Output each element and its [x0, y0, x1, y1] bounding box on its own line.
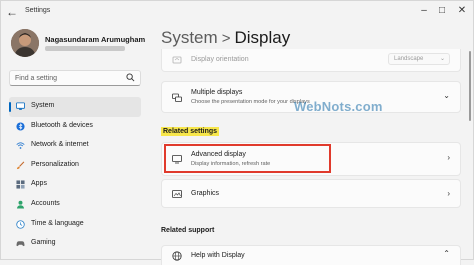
sidebar-item-label: Accounts	[31, 199, 60, 207]
app-title: Settings	[25, 7, 51, 14]
sidebar-item-label: Apps	[31, 180, 47, 188]
brush-icon	[16, 161, 25, 169]
bluetooth-icon	[16, 122, 25, 131]
system-icon	[16, 102, 25, 110]
sidebar-nav: System Bluetooth & devices Network & int…	[9, 97, 141, 254]
chevron-right-icon: ›	[447, 153, 450, 162]
sidebar-item-label: Gaming	[31, 239, 56, 247]
search-input[interactable]: Find a setting	[9, 70, 141, 86]
sidebar-item-gaming[interactable]: Gaming	[9, 234, 141, 254]
help-display-title: Help with Display	[191, 252, 245, 259]
sidebar-item-system[interactable]: System	[9, 97, 141, 117]
orientation-icon	[172, 56, 182, 64]
chevron-right-icon: ›	[447, 189, 450, 198]
user-name: Nagasundaram Arumugham	[45, 35, 146, 44]
chevron-up-icon: ⌃	[443, 249, 450, 258]
orientation-title: Display orientation	[191, 56, 249, 63]
breadcrumb: System > Display	[161, 28, 290, 48]
search-placeholder: Find a setting	[15, 75, 58, 82]
wifi-icon	[16, 142, 25, 150]
sidebar-item-bluetooth[interactable]: Bluetooth & devices	[9, 117, 141, 137]
page-title: Display	[234, 28, 291, 47]
apps-icon	[16, 180, 25, 189]
watermark: WebNots.com	[294, 99, 383, 114]
chevron-down-icon: ⌄	[443, 91, 450, 100]
sidebar-item-label: System	[31, 102, 55, 109]
help-display-card[interactable]: Help with Display ⌃	[161, 245, 461, 265]
sidebar-item-label: Bluetooth & devices	[31, 121, 93, 129]
sidebar-item-personalization[interactable]: Personalization	[9, 156, 141, 176]
back-arrow-icon[interactable]: ←	[5, 5, 19, 19]
gamepad-icon	[16, 241, 25, 247]
related-support-label: Related support	[161, 227, 215, 234]
breadcrumb-parent[interactable]: System	[161, 28, 218, 47]
maximize-icon[interactable]: □	[433, 4, 451, 18]
user-email-redacted	[45, 46, 125, 51]
avatar[interactable]	[11, 29, 39, 57]
breadcrumb-separator: >	[221, 30, 231, 47]
annotation-highlight-box	[164, 144, 331, 173]
sidebar-item-label: Time & language	[31, 219, 84, 227]
sidebar-item-apps[interactable]: Apps	[9, 175, 141, 195]
orientation-dropdown[interactable]: Landscape ⌄	[388, 53, 450, 65]
related-settings-heading: Related settings	[161, 127, 220, 136]
related-settings-label: Related settings	[161, 127, 220, 136]
title-bar: ← Settings – □ ✕	[1, 1, 474, 23]
search-icon	[126, 73, 135, 82]
multiple-displays-title: Multiple displays	[191, 89, 243, 96]
graphics-card[interactable]: Graphics ›	[161, 179, 461, 208]
graphics-icon	[172, 190, 182, 198]
globe-clock-icon	[16, 219, 25, 229]
accounts-icon	[16, 200, 25, 209]
multiple-displays-subtitle: Choose the presentation mode for your di…	[191, 99, 310, 105]
multiple-displays-icon	[172, 93, 182, 102]
minimize-icon[interactable]: –	[415, 4, 433, 18]
display-orientation-card: Display orientation Landscape ⌄	[161, 49, 461, 72]
sidebar-item-label: Network & internet	[31, 141, 89, 149]
sidebar-item-network[interactable]: Network & internet	[9, 136, 141, 156]
graphics-title: Graphics	[191, 190, 220, 197]
settings-window: ← Settings – □ ✕ Nagasundaram Arumugham …	[0, 0, 474, 265]
sidebar-item-label: Personalization	[31, 160, 79, 168]
sidebar-item-time-language[interactable]: Time & language	[9, 215, 141, 235]
orientation-value: Landscape	[394, 56, 424, 62]
sidebar-item-accounts[interactable]: Accounts	[9, 195, 141, 215]
scrollbar[interactable]	[469, 51, 471, 121]
close-icon[interactable]: ✕	[453, 4, 471, 18]
chevron-down-icon: ⌄	[439, 56, 445, 62]
